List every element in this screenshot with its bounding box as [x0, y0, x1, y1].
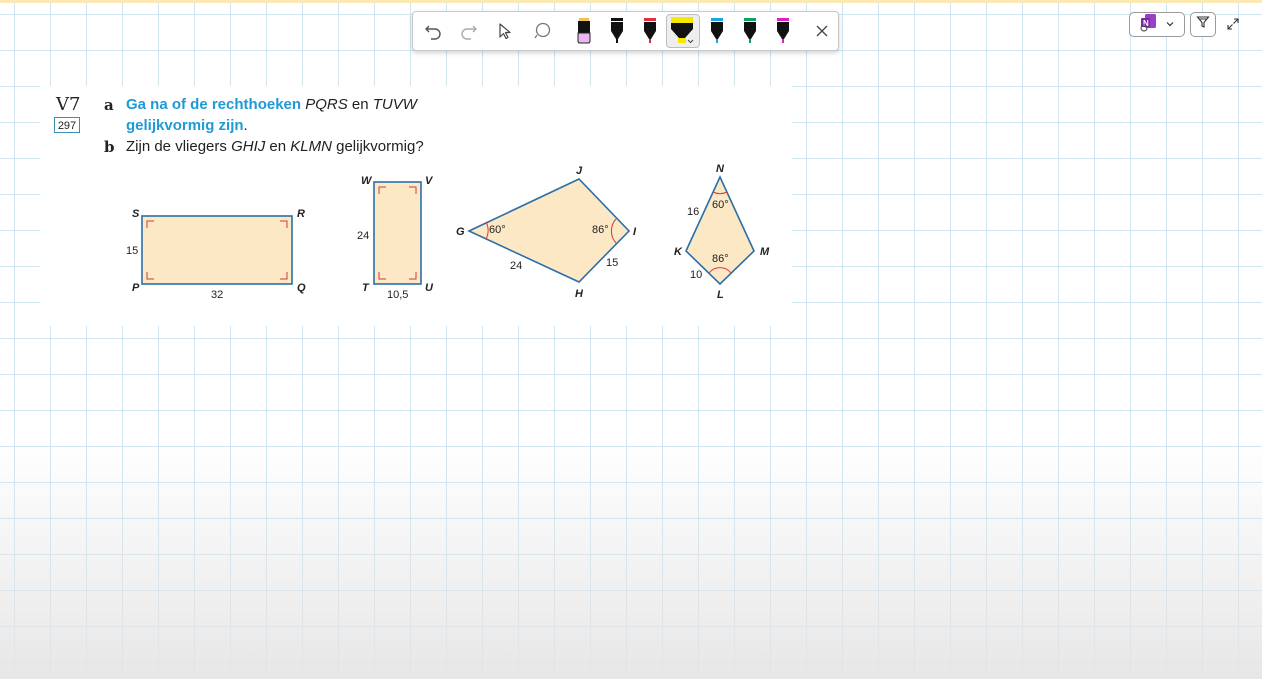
vertex-q: Q: [297, 282, 306, 294]
angle-l-label: 86°: [712, 253, 729, 265]
vertex-h: H: [575, 288, 584, 300]
vertex-v: V: [425, 175, 434, 187]
angle-n-label: 60°: [712, 199, 729, 211]
side-ps-length: 15: [126, 245, 138, 257]
rectangle-pqrs: S R P Q 15 32: [126, 208, 306, 301]
vertex-n: N: [716, 163, 725, 175]
side-pq-length: 32: [211, 289, 223, 301]
vertex-p: P: [132, 282, 140, 294]
vertex-i: I: [633, 226, 637, 238]
vertex-u: U: [425, 282, 434, 294]
vertex-j: J: [576, 165, 583, 177]
vertex-m: M: [760, 246, 770, 258]
rectangle-tuvw: W V T U 24 10,5: [357, 175, 434, 301]
angle-g-label: 60°: [489, 224, 506, 236]
side-kl-length: 10: [690, 269, 702, 281]
side-kn-length: 16: [687, 206, 699, 218]
side-gh-length: 24: [510, 260, 522, 272]
vertex-s: S: [132, 208, 140, 220]
kite-ghij: G J I H 60° 86° 24 15: [456, 165, 637, 300]
geometry-figures: S R P Q 15 32 W V T U 24 10,5 G J I H 60…: [126, 163, 770, 301]
angle-i-label: 86°: [592, 224, 609, 236]
vertex-k: K: [674, 246, 683, 258]
side-tu-length: 10,5: [387, 289, 408, 301]
vertex-r: R: [297, 208, 305, 220]
vertex-t: T: [362, 282, 370, 294]
vertex-l: L: [717, 289, 724, 301]
kite-klmn: N K M L 60° 86° 16 10: [674, 163, 770, 301]
side-tw-length: 24: [357, 230, 369, 242]
side-hi-length: 15: [606, 257, 618, 269]
vertex-g: G: [456, 226, 465, 238]
vertex-w: W: [361, 175, 373, 187]
